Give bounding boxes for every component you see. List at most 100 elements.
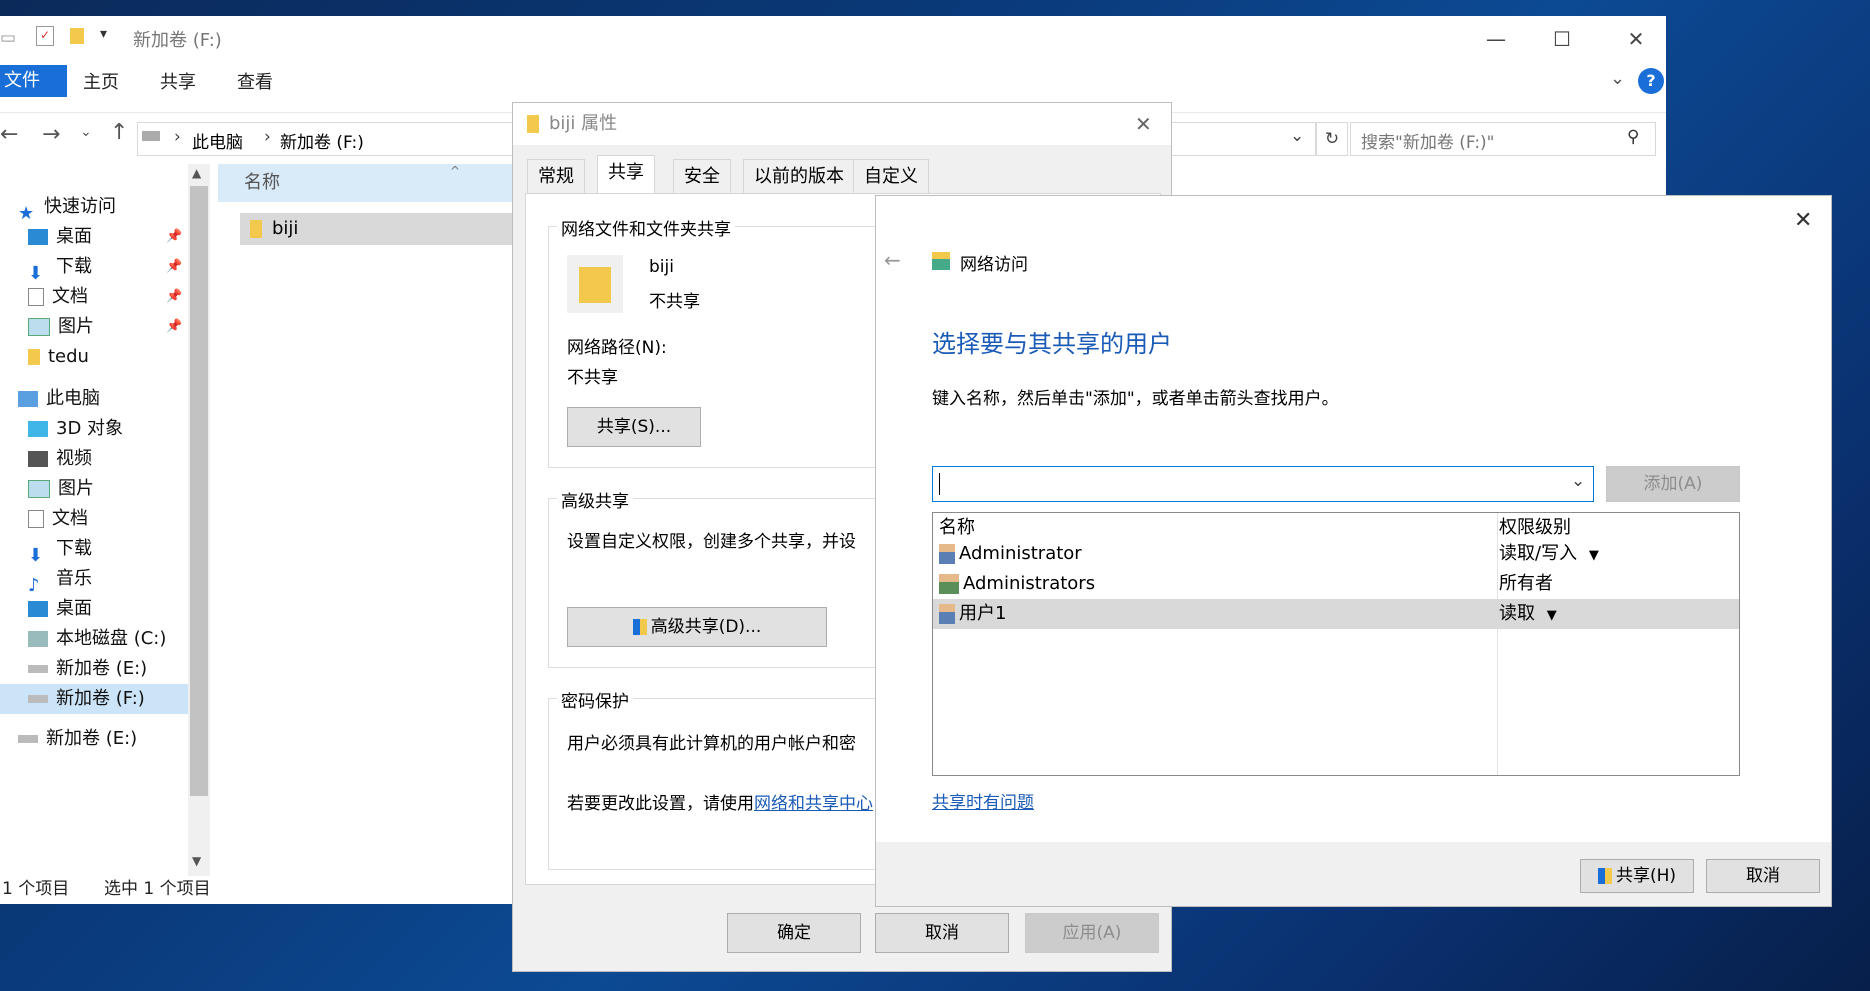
help-icon[interactable]: ?: [1638, 68, 1664, 94]
tab-general[interactable]: 常规: [527, 159, 585, 194]
maximize-button[interactable]: ☐: [1532, 22, 1592, 56]
add-button[interactable]: 添加(A): [1606, 466, 1740, 502]
network-sharing-center-link[interactable]: 网络和共享中心: [754, 794, 873, 814]
file-row[interactable]: biji: [240, 213, 520, 245]
search-input[interactable]: 搜索"新加卷 (F:)" ⚲: [1350, 122, 1656, 156]
recent-locations-icon[interactable]: ⌄: [80, 124, 92, 140]
breadcrumb-current[interactable]: 新加卷 (F:): [280, 128, 364, 153]
permission-label: 读取: [1499, 603, 1535, 624]
cancel-button[interactable]: 取消: [1706, 859, 1820, 893]
network-access-dialog: ✕ ← 网络访问 选择要与其共享的用户 键入名称，然后单击"添加"，或者单击箭头…: [875, 195, 1832, 907]
user-row[interactable]: Administrators 所有者: [933, 569, 1739, 599]
search-icon[interactable]: ⚲: [1627, 127, 1639, 147]
permission-dropdown[interactable]: 读取 ▼: [1499, 599, 1557, 631]
user-name: Administrator: [959, 543, 1082, 564]
breadcrumb-this-pc[interactable]: 此电脑: [192, 128, 243, 153]
user-permission-list: 名称 权限级别 Administrator 读取/写入 ▼ Administra…: [932, 512, 1740, 776]
refresh-icon[interactable]: ↻: [1316, 122, 1348, 156]
tab-previous-versions[interactable]: 以前的版本: [743, 159, 855, 194]
up-icon[interactable]: ↑: [110, 120, 128, 145]
user-name-combobox[interactable]: ⌄: [932, 466, 1594, 502]
nav-volume-e[interactable]: 新加卷 (E:): [0, 654, 147, 684]
tab-home[interactable]: 主页: [83, 68, 119, 94]
pin-icon[interactable]: 📌: [166, 222, 182, 252]
group-label: 高级共享: [557, 487, 633, 512]
drive-icon: [18, 735, 38, 743]
back-icon[interactable]: ←: [884, 248, 901, 272]
pin-icon[interactable]: 📌: [166, 252, 182, 282]
drive-icon: [28, 695, 48, 703]
permission-dropdown[interactable]: 读取/写入 ▼: [1499, 539, 1599, 571]
apply-button[interactable]: 应用(A): [1025, 913, 1159, 953]
nav-downloads-2[interactable]: ⬇ 下载: [0, 534, 92, 566]
ok-button[interactable]: 确定: [727, 913, 861, 953]
address-dropdown-icon[interactable]: ⌄: [1290, 126, 1304, 146]
nav-scrollbar-thumb[interactable]: [190, 186, 208, 796]
tab-view[interactable]: 查看: [237, 68, 273, 94]
minimize-button[interactable]: —: [1466, 22, 1526, 56]
nav-volume-e-root[interactable]: 新加卷 (E:): [0, 724, 137, 754]
user-row[interactable]: Administrator 读取/写入 ▼: [933, 539, 1739, 569]
folder-share-state: 不共享: [649, 292, 700, 312]
nav-this-pc[interactable]: 此电脑: [0, 384, 100, 414]
share-confirm-button[interactable]: 共享(H): [1580, 859, 1694, 893]
nav-local-disk-c[interactable]: 本地磁盘 (C:): [0, 624, 166, 654]
tab-share[interactable]: 共享: [160, 68, 196, 94]
nav-music[interactable]: ♪ 音乐: [0, 564, 92, 596]
nav-volume-f[interactable]: 新加卷 (F:): [0, 684, 188, 714]
nav-3d-objects[interactable]: 3D 对象: [0, 414, 123, 444]
music-icon: ♪: [28, 575, 40, 596]
column-header-name[interactable]: 名称: [939, 517, 975, 538]
share-button[interactable]: 共享(S)...: [567, 407, 701, 447]
scroll-down-icon[interactable]: ▼: [192, 854, 201, 868]
nav-documents[interactable]: 文档 📌: [0, 282, 182, 312]
advanced-sharing-button[interactable]: 高级共享(D)...: [567, 607, 827, 647]
user-row-selected[interactable]: 用户1 读取 ▼: [933, 599, 1739, 629]
column-header-name[interactable]: 名称 ^: [218, 164, 544, 202]
nav-downloads[interactable]: ⬇ 下载 📌: [0, 252, 182, 284]
new-folder-icon[interactable]: [70, 28, 84, 44]
nav-pictures[interactable]: 图片 📌: [0, 312, 182, 342]
tab-security[interactable]: 安全: [673, 159, 731, 194]
nav-label: 桌面: [56, 226, 92, 247]
nav-label: 3D 对象: [56, 418, 124, 439]
nav-tedu[interactable]: tedu: [0, 342, 89, 372]
nav-label: 新加卷 (E:): [46, 728, 138, 749]
desktop-icon: [28, 229, 48, 245]
close-icon[interactable]: ✕: [1794, 208, 1812, 233]
user-group-icon: [939, 574, 959, 594]
tab-sharing[interactable]: 共享: [597, 155, 655, 194]
nav-pictures-2[interactable]: 图片: [0, 474, 94, 504]
cube-icon: [28, 421, 48, 437]
pin-icon[interactable]: 📌: [166, 312, 182, 342]
chevron-down-icon[interactable]: ⌄: [1571, 471, 1585, 491]
nav-desktop[interactable]: 桌面 📌: [0, 222, 182, 252]
cancel-button[interactable]: 取消: [875, 913, 1009, 953]
folder-icon: [527, 115, 539, 133]
nav-quick-access[interactable]: ★ 快速访问: [0, 192, 116, 224]
dropdown-arrow-icon[interactable]: ▼: [1547, 608, 1557, 623]
forward-icon[interactable]: →: [42, 122, 60, 147]
star-icon: ★: [18, 203, 35, 224]
user-icon: [939, 544, 955, 564]
scroll-up-icon[interactable]: ▲: [192, 166, 201, 180]
search-placeholder: 搜索"新加卷 (F:)": [1361, 133, 1495, 153]
tab-customize[interactable]: 自定义: [853, 159, 929, 194]
customize-toolbar-icon[interactable]: ▾: [100, 26, 107, 42]
dropdown-arrow-icon[interactable]: ▼: [1589, 548, 1599, 563]
nav-label: 下载: [56, 538, 92, 559]
properties-icon[interactable]: ✓: [36, 26, 54, 46]
sharing-trouble-link[interactable]: 共享时有问题: [932, 788, 1034, 813]
close-icon[interactable]: ✕: [1135, 103, 1152, 145]
expand-ribbon-icon[interactable]: ⌄: [1610, 68, 1625, 89]
dialog-title: 网络访问: [960, 255, 1028, 275]
close-button[interactable]: ✕: [1606, 22, 1666, 56]
nav-documents-2[interactable]: 文档: [0, 504, 88, 534]
user-icon: [939, 604, 955, 624]
nav-desktop-2[interactable]: 桌面: [0, 594, 92, 624]
user-name: Administrators: [963, 573, 1096, 594]
pin-icon[interactable]: 📌: [166, 282, 182, 312]
tab-file[interactable]: 文件: [0, 65, 67, 97]
nav-videos[interactable]: 视频: [0, 444, 92, 474]
back-icon[interactable]: ←: [0, 122, 18, 147]
